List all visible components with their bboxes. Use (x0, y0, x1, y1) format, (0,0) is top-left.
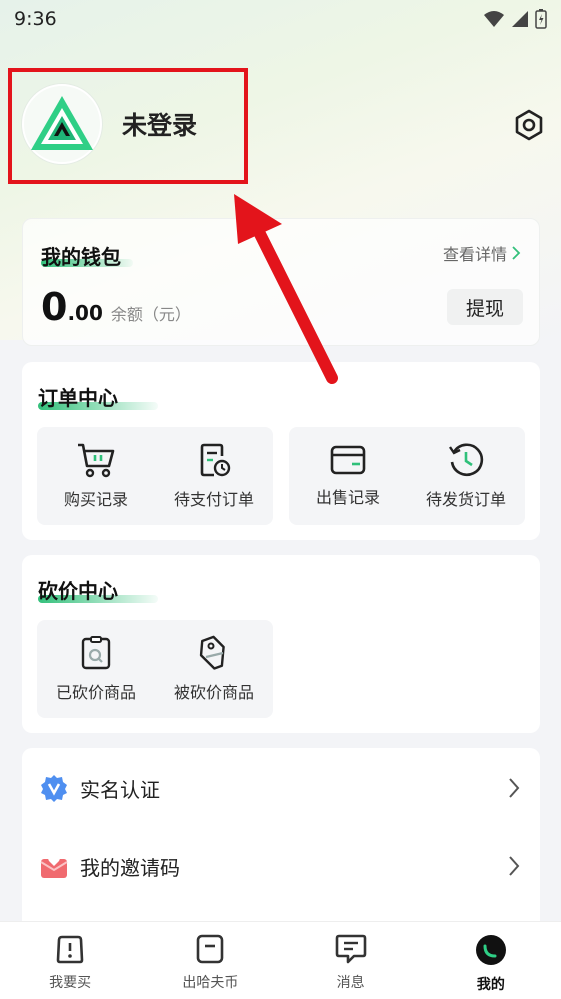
profile-tab-icon (475, 935, 506, 965)
signal-icon (512, 11, 528, 27)
tab-buy[interactable]: 我要买 (0, 922, 140, 999)
tab-sell[interactable]: 出哈夫币 (140, 922, 280, 999)
invite-envelope-icon (40, 856, 68, 878)
tile-label: 出售记录 (315, 488, 380, 507)
annotation-highlight-box (8, 68, 248, 184)
balance-label: 余额（元） (110, 305, 191, 324)
tab-label: 消息 (336, 975, 365, 991)
wallet-icon (330, 445, 366, 475)
verified-icon (41, 775, 67, 802)
balance-integer: 0 (41, 285, 68, 329)
chevron-right-icon (512, 246, 521, 260)
settings-hex-icon[interactable] (512, 108, 546, 142)
tab-messages[interactable]: 消息 (281, 922, 421, 999)
sell-bag-icon (197, 934, 224, 964)
tile-label: 待发货订单 (425, 490, 506, 509)
bargain-center-title: 砍价中心 (38, 579, 118, 603)
wallet-title: 我的钱包 (41, 245, 121, 269)
buy-bag-icon (56, 935, 84, 964)
price-tag-icon (199, 635, 225, 670)
menu-item-invite-code[interactable]: 我的邀请码 (22, 836, 540, 896)
bargain-center-card: 砍价中心 已砍价商品 被砍价商品 (22, 555, 540, 733)
status-time: 9:36 (14, 8, 57, 30)
menu-item-real-name[interactable]: 实名认证 (22, 758, 540, 818)
tab-mine[interactable]: 我的 (421, 922, 561, 999)
view-details-link[interactable]: 查看详情 (443, 241, 521, 265)
purchase-records-tile[interactable]: 购买记录 (37, 427, 155, 525)
bottom-tab-bar: 我要买 出哈夫币 消息 我的 (0, 921, 561, 999)
view-details-label[interactable]: 查看详情 (443, 241, 507, 265)
bargain-tile-group: 已砍价商品 被砍价商品 (37, 620, 273, 718)
menu-label: 我的邀请码 (80, 855, 180, 880)
status-bar: 9:36 (0, 0, 561, 38)
pending-payment-icon (200, 443, 231, 477)
bargained-goods-tile[interactable]: 已砍价商品 (37, 620, 155, 718)
chevron-right-icon (509, 856, 520, 876)
tab-label: 出哈夫币 (182, 975, 239, 991)
order-tile-group-sale: 出售记录 待发货订单 (289, 427, 525, 525)
sales-records-tile[interactable]: 出售记录 (289, 427, 407, 525)
being-bargained-goods-tile[interactable]: 被砍价商品 (155, 620, 273, 718)
menu-label: 实名认证 (80, 777, 160, 802)
pending-payment-tile[interactable]: 待支付订单 (155, 427, 273, 525)
order-tile-group-purchase: 购买记录 待支付订单 (37, 427, 273, 525)
annotation-arrow-icon (234, 194, 338, 384)
tab-label: 我要买 (49, 975, 92, 991)
balance: 0 .00 余额（元） (41, 285, 191, 329)
balance-decimal: .00 (67, 301, 103, 325)
message-icon (335, 934, 366, 964)
history-clock-icon (449, 443, 484, 477)
tab-label: 我的 (476, 977, 505, 993)
wifi-icon (484, 11, 504, 27)
tile-label: 已砍价商品 (55, 683, 136, 702)
tile-label: 待支付订单 (173, 490, 254, 509)
tile-label: 被砍价商品 (173, 683, 254, 702)
chevron-right-icon (509, 778, 520, 798)
battery-icon (535, 9, 547, 29)
order-center-title: 订单中心 (38, 386, 118, 410)
status-icons (483, 9, 547, 29)
withdraw-button[interactable]: 提现 (447, 289, 523, 325)
tile-label: 购买记录 (63, 490, 128, 509)
pending-shipment-tile[interactable]: 待发货订单 (407, 427, 525, 525)
menu-card: 实名认证 我的邀请码 (22, 748, 540, 938)
bargained-icon (81, 636, 111, 670)
cart-icon (78, 443, 115, 478)
